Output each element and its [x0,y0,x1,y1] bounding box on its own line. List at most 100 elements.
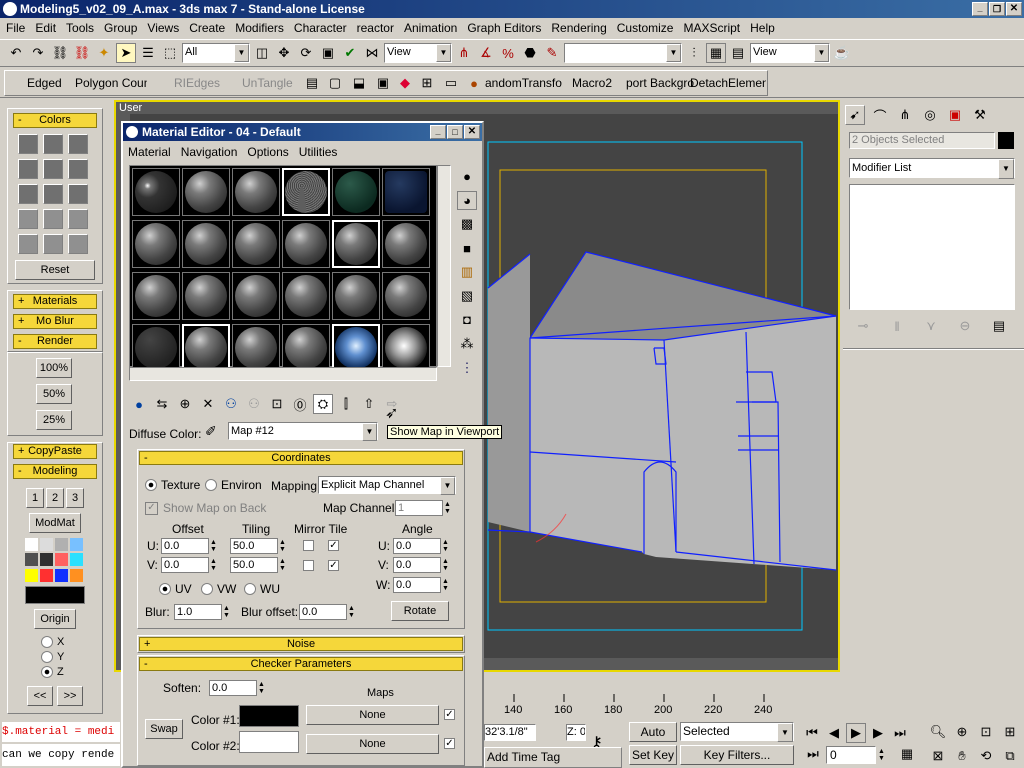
noise-rollout-header[interactable]: + Noise [139,637,463,651]
maxscript-output[interactable]: $.material = medi [2,722,120,742]
palette-swatch[interactable] [40,553,53,567]
scale-icon[interactable]: ▣ [318,43,338,63]
color-slot[interactable] [43,234,63,254]
sample-slot[interactable] [132,324,180,372]
make-unique-icon[interactable]: ⚇ [244,394,264,414]
sample-slots-hscroll[interactable] [129,367,437,381]
modeling-rollout-header[interactable]: - Modeling [13,464,97,479]
color2-map-button[interactable]: None [306,734,439,754]
spinner-arrows-icon[interactable]: ▲ ▼ [210,558,217,572]
previous-frame-icon[interactable]: ◀ [824,723,844,743]
pan-icon[interactable]: ✋︎ [952,746,972,766]
moblur-rollout-header[interactable]: + Mo Blur [13,314,97,329]
spinner-arrows-icon[interactable]: ▲ ▼ [878,748,885,762]
spinner-arrows-icon[interactable]: ▲ ▼ [442,578,449,592]
modifier-list-dropdown[interactable]: Modifier List ▼ [849,158,1015,179]
snap-icon[interactable]: ⋔ [454,43,474,63]
undo-icon[interactable]: ↶ [6,43,26,63]
pin-stack-icon[interactable]: ⊸ [853,316,873,336]
me-menu-utilities[interactable]: Utilities [294,143,343,161]
play-icon[interactable]: ▶ [846,723,866,743]
color2-swatch[interactable] [239,731,299,753]
hierarchy-tab-icon[interactable]: ⋔ [895,105,915,125]
palette-swatch[interactable] [25,568,38,582]
texture-radio[interactable]: Texture [145,478,200,492]
remove-modifier-icon[interactable]: ⊖ [955,316,975,336]
menu-maxscript[interactable]: MAXScript [678,19,745,37]
menu-character[interactable]: Character [289,19,352,37]
sample-slot[interactable] [382,272,430,320]
axis-y-radio[interactable]: Y [41,651,64,663]
modeling-1-button[interactable]: 1 [26,488,44,508]
map-name-dropdown[interactable]: Map #12 ▼ [228,422,378,441]
check-icon[interactable]: ✔ [340,43,360,63]
material-effects-channel-icon[interactable]: ⓪ [290,394,310,414]
tab-detach-element[interactable]: DetachElement [690,76,766,90]
sample-slot[interactable] [182,272,230,320]
next-frame-icon[interactable]: ▶ [868,723,888,743]
sample-type-icon[interactable]: ● [457,167,477,186]
uv-radio[interactable]: UV [159,582,192,596]
display-tab-icon[interactable]: ▣ [945,105,965,125]
object-name-field[interactable]: 2 Objects Selected [849,132,995,149]
modmat-button[interactable]: ModMat [29,513,81,533]
render-25-button[interactable]: 25% [36,410,72,430]
spinner-snap-icon[interactable]: ⬣ [520,43,540,63]
key-mode-dropdown[interactable]: Selected ▼ [680,722,794,742]
reference-coord-dropdown[interactable]: View ▼ [384,43,452,63]
selection-filter-dropdown[interactable]: All ▼ [182,43,250,63]
percent-snap-icon[interactable]: % [498,43,518,63]
show-map-on-back-checkbox[interactable]: ✓ Show Map on Back [145,501,266,515]
me-menu-material[interactable]: Material [123,143,176,161]
color-slot[interactable] [68,234,88,254]
sample-slot[interactable] [232,168,280,216]
bind-space-warp-icon[interactable]: ✦ [94,43,114,63]
teapot-color-icon[interactable]: ◆ [396,74,414,92]
tab-viewport-background[interactable]: port Backgrou [626,76,694,90]
zoom-extents-all-icon[interactable]: ⊞ [1000,722,1020,742]
select-by-material-icon[interactable]: ⁂ [457,334,477,353]
colors-rollout-header[interactable]: - Colors [13,113,97,128]
color-slot[interactable] [68,159,88,179]
color-slot[interactable] [18,209,38,229]
menu-create[interactable]: Create [184,19,230,37]
palette-swatch[interactable] [70,568,83,582]
go-to-start-icon[interactable]: ⏮ [802,723,822,743]
map-channel-spinner[interactable]: 1 [395,500,443,516]
modeling-3-button[interactable]: 3 [66,488,84,508]
move-icon[interactable]: ✥ [274,43,294,63]
blur-spinner[interactable]: 1.0 [174,604,222,620]
make-unique-icon[interactable]: ⋎ [921,316,941,336]
key-mode-toggle-icon[interactable]: ⏭ [804,745,822,763]
render-50-button[interactable]: 50% [36,384,72,404]
minimize-button[interactable]: _ [972,2,988,16]
color-slot[interactable] [43,134,63,154]
spinner-arrows-icon[interactable]: ▲ ▼ [279,558,286,572]
select-object-icon[interactable]: ➤ [116,43,136,63]
go-to-parent-icon[interactable]: ⇧ [359,394,379,414]
sample-slot[interactable] [332,168,380,216]
axis-z-radio[interactable]: Z [41,666,64,678]
tiling-u-spinner[interactable]: 50.0 [230,538,278,554]
spinner-arrows-icon[interactable]: ▲ ▼ [210,539,217,553]
color1-map-button[interactable]: None [306,705,439,725]
make-copy-icon[interactable]: ⚇ [221,394,241,414]
script-icon-7[interactable]: ● [465,74,483,92]
palette-swatch[interactable] [55,568,68,582]
palette-swatch[interactable] [40,568,53,582]
modeling-2-button[interactable]: 2 [46,488,64,508]
sample-slot[interactable] [232,272,280,320]
tab-polygon-counts[interactable]: Polygon Counts [75,76,147,90]
render-100-button[interactable]: 100% [36,358,72,378]
reset-map-icon[interactable]: ✕ [198,394,218,414]
configure-sets-icon[interactable]: ▤ [989,316,1009,336]
sample-slot[interactable] [232,220,280,268]
script-icon-4[interactable]: ▣ [374,74,392,92]
color2-map-checkbox[interactable]: ✓ [444,738,455,749]
spinner-arrows-icon[interactable]: ▲ ▼ [444,501,451,515]
prev-button[interactable]: << [27,686,53,706]
vw-radio[interactable]: VW [201,582,236,596]
put-to-library-icon[interactable]: ⊡ [267,394,287,414]
modify-tab-icon[interactable]: ⌒ [870,105,890,125]
quick-render-icon[interactable]: ☕ [832,43,852,63]
